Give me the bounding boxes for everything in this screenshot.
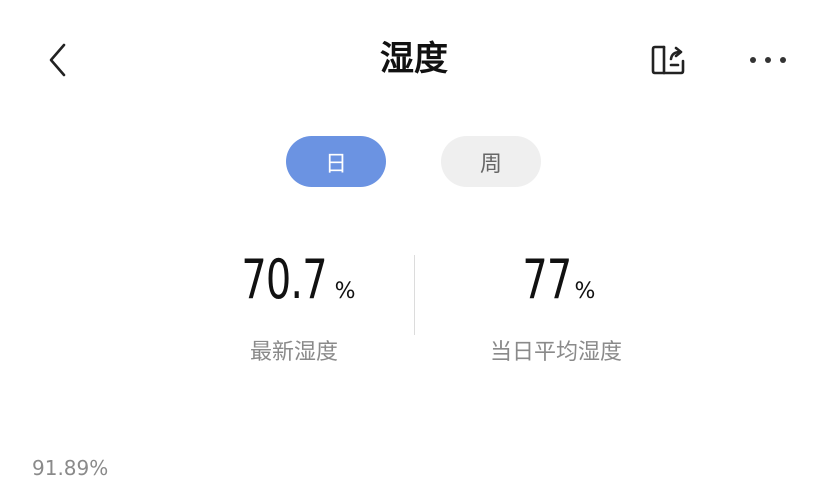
daily-average-humidity-unit: %: [574, 279, 596, 304]
page-title: 湿度: [380, 39, 448, 79]
latest-humidity-value: 70.7 %: [164, 248, 424, 312]
latest-humidity-number: 70.7: [241, 248, 328, 311]
daily-average-humidity-label: 当日平均湿度: [489, 340, 622, 365]
more-icon: [750, 57, 786, 63]
daily-average-humidity-value: 77 %: [426, 248, 686, 312]
share-button[interactable]: [644, 36, 692, 84]
tab-week[interactable]: 周: [441, 136, 541, 187]
tab-day[interactable]: 日: [286, 136, 386, 187]
latest-humidity-unit: %: [334, 279, 356, 304]
share-icon: [651, 45, 685, 75]
stats-divider: [414, 255, 415, 335]
more-button[interactable]: [744, 36, 792, 84]
latest-humidity-label: 最新湿度: [249, 340, 338, 365]
daily-average-humidity-number: 77: [522, 248, 572, 311]
chart-y-max-label: 91.89%: [32, 456, 109, 480]
